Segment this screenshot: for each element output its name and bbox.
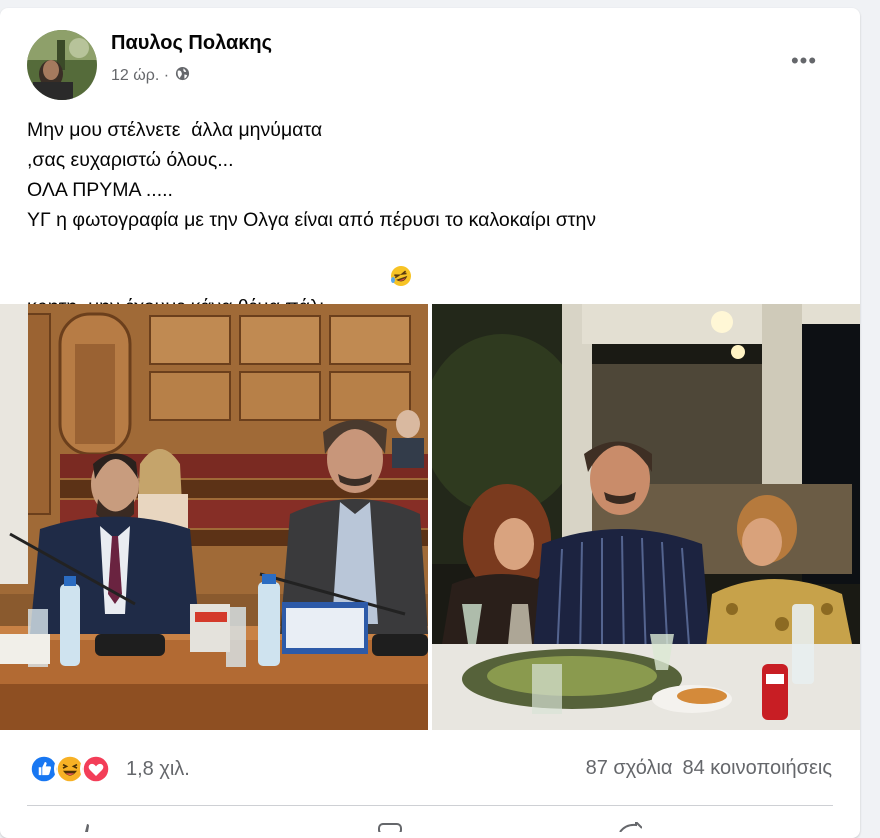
share-action-icon[interactable] — [618, 819, 643, 833]
post-text-line: ,σας ευχαριστώ όλους... — [27, 149, 234, 171]
reactions-count: 1,8 χιλ. — [126, 757, 190, 780]
more-options-button[interactable]: ••• — [784, 48, 824, 74]
engagement-counts: 87 σχόλια 84 κοινοποιήσεις — [586, 757, 832, 780]
taverna-photo-image — [432, 304, 860, 730]
author-name[interactable]: Παυλος Πολακης — [111, 32, 272, 55]
globe-icon — [175, 66, 190, 86]
parliament-session-photo[interactable] — [0, 304, 428, 730]
reactions-summary[interactable]: 1,8 χιλ. — [28, 753, 190, 785]
post-card: Παυλος Πολακης 12 ώρ. · ••• Μην μου στέλ… — [0, 8, 860, 838]
actions-divider — [27, 805, 833, 806]
author-avatar[interactable] — [27, 30, 97, 100]
like-action-icon[interactable] — [80, 819, 94, 832]
post-text-line: ΥΓ η φωτογραφία με την Ολγα είναι από πέ… — [27, 209, 597, 231]
post-text-line: Μην μου στέλνετε άλλα μηνύματα — [27, 119, 323, 141]
post-text: Μην μου στέλνετε άλλα μηνύματα ,σας ευχα… — [27, 115, 837, 326]
avatar-image — [27, 30, 97, 100]
post-meta: 12 ώρ. · — [111, 66, 190, 86]
love-icon — [80, 753, 112, 785]
shares-count-link[interactable]: 84 κοινοποιήσεις — [682, 757, 832, 780]
comments-count-link[interactable]: 87 σχόλια — [586, 757, 673, 780]
post-text-line: ΟΛΑ ΠΡΥΜΑ ..... — [27, 179, 173, 201]
parliament-photo-image — [0, 304, 428, 730]
comment-action-icon[interactable] — [378, 819, 404, 835]
taverna-dinner-photo[interactable] — [432, 304, 860, 730]
post-time[interactable]: 12 ώρ. · — [111, 67, 169, 85]
